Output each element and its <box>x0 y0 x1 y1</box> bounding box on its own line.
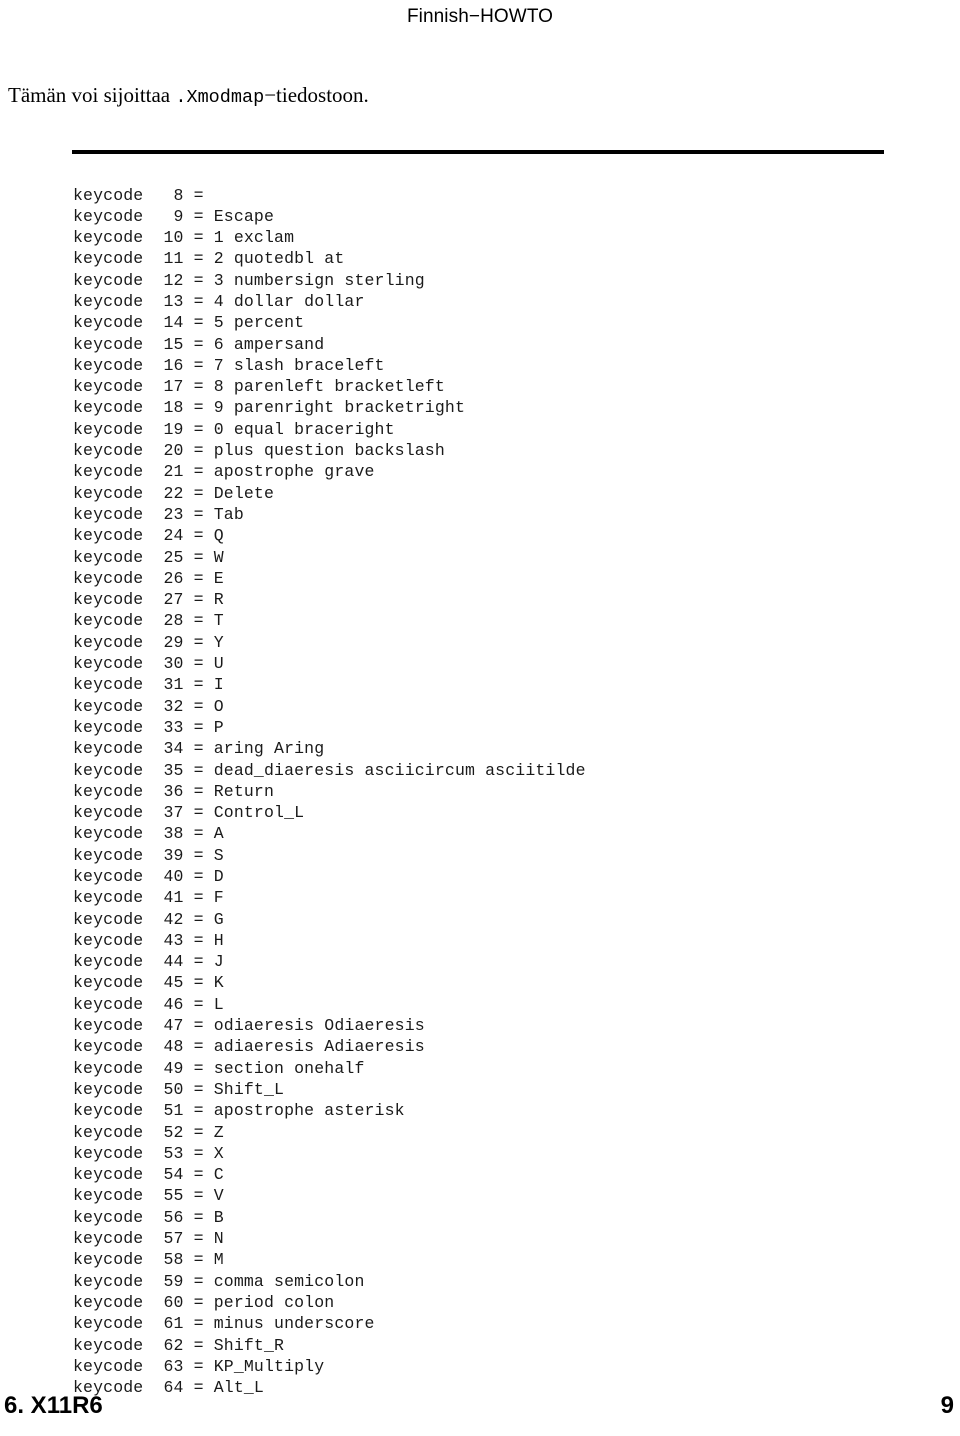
code-line: keycode 25 = W <box>73 547 224 567</box>
code-line: keycode 32 = O <box>73 696 224 716</box>
code-line: keycode 20 = plus question backslash <box>73 441 445 461</box>
page-header: Finnish−HOWTO <box>0 0 960 34</box>
code-line: keycode 63 = KP_Multiply <box>73 1356 325 1376</box>
code-line: keycode 37 = Control_L <box>73 803 305 823</box>
code-line: keycode 61 = minus underscore <box>73 1314 375 1334</box>
code-line: keycode 14 = 5 percent <box>73 313 305 333</box>
keycode-listing: keycode 8 = keycode 9 = Escape keycode 10 … <box>73 185 586 1399</box>
code-line: keycode 38 = A <box>73 824 224 844</box>
footer-page-number: 9 <box>940 1392 954 1419</box>
code-line: keycode 57 = N <box>73 1229 224 1249</box>
code-line: keycode 17 = 8 parenleft bracketleft <box>73 377 445 397</box>
code-line: keycode 55 = V <box>73 1186 224 1206</box>
code-line: keycode 40 = D <box>73 867 224 886</box>
code-line: keycode 35 = dead_diaeresis asciicircum … <box>73 760 586 780</box>
code-line: keycode 56 = B <box>73 1207 224 1227</box>
code-line: keycode 10 = 1 exclam <box>73 228 295 248</box>
code-line: keycode 12 = 3 numbersign sterling <box>73 270 425 290</box>
code-line: keycode 13 = 4 dollar dollar <box>73 291 365 311</box>
code-line: keycode 22 = Delete <box>73 483 275 503</box>
code-line: keycode 54 = C <box>73 1165 224 1185</box>
code-line: keycode 19 = 0 equal braceright <box>73 419 395 439</box>
intro-text-before: Tämän voi sijoittaa <box>8 83 176 107</box>
code-line: keycode 39 = S <box>73 845 224 865</box>
code-line: keycode 51 = apostrophe asterisk <box>73 1101 405 1121</box>
code-line: keycode 11 = 2 quotedbl at <box>73 249 345 269</box>
code-line: keycode 23 = Tab <box>73 504 244 524</box>
code-line: keycode 45 = K <box>73 973 224 993</box>
code-line: keycode 43 = H <box>73 930 224 950</box>
intro-text-after: −tiedostoon. <box>264 83 369 107</box>
page-title: Finnish−HOWTO <box>406 6 554 27</box>
code-line: keycode 28 = T <box>73 611 224 631</box>
code-line: keycode 60 = period colon <box>73 1292 335 1312</box>
code-line: keycode 50 = Shift_L <box>73 1079 285 1099</box>
code-line: keycode 29 = Y <box>73 632 224 652</box>
code-line: keycode 21 = apostrophe grave <box>73 462 375 482</box>
code-line: keycode 9 = Escape <box>73 206 275 226</box>
footer-section-label: 6. X11R6 <box>4 1392 103 1419</box>
code-line: keycode 34 = aring Aring <box>73 739 325 759</box>
code-line: keycode 42 = G <box>73 909 224 929</box>
code-block-divider <box>72 150 884 154</box>
code-line: keycode 33 = P <box>73 717 224 737</box>
xmodmap-filename: .Xmodmap <box>175 87 265 108</box>
code-line: keycode 36 = Return <box>73 781 275 801</box>
code-line: keycode 30 = U <box>73 654 224 674</box>
code-line: keycode 16 = 7 slash braceleft <box>73 355 385 375</box>
code-line: keycode 8 = <box>73 185 204 205</box>
intro-paragraph: Tämän voi sijoittaa .Xmodmap−tiedostoon. <box>8 82 908 111</box>
code-line: keycode 53 = X <box>73 1143 224 1163</box>
code-line: keycode 58 = M <box>73 1250 224 1270</box>
code-line: keycode 47 = odiaeresis Odiaeresis <box>73 1016 425 1036</box>
code-line: keycode 41 = F <box>73 888 224 908</box>
code-line: keycode 26 = E <box>73 568 224 588</box>
code-line: keycode 18 = 9 parenright bracketright <box>73 398 466 418</box>
code-line: keycode 49 = section onehalf <box>73 1058 365 1078</box>
code-line: keycode 15 = 6 ampersand <box>73 334 325 354</box>
code-line: keycode 24 = Q <box>73 526 224 546</box>
code-line: keycode 44 = J <box>73 952 224 972</box>
code-line: keycode 48 = adiaeresis Adiaeresis <box>73 1037 425 1057</box>
code-line: keycode 52 = Z <box>73 1122 224 1142</box>
page-footer: 6. X11R6 9 <box>0 1392 960 1432</box>
code-line: keycode 31 = I <box>73 675 224 695</box>
code-line: keycode 59 = comma semicolon <box>73 1271 365 1291</box>
code-line: keycode 62 = Shift_R <box>73 1335 285 1355</box>
code-line: keycode 27 = R <box>73 590 224 610</box>
code-line: keycode 46 = L <box>73 994 224 1014</box>
